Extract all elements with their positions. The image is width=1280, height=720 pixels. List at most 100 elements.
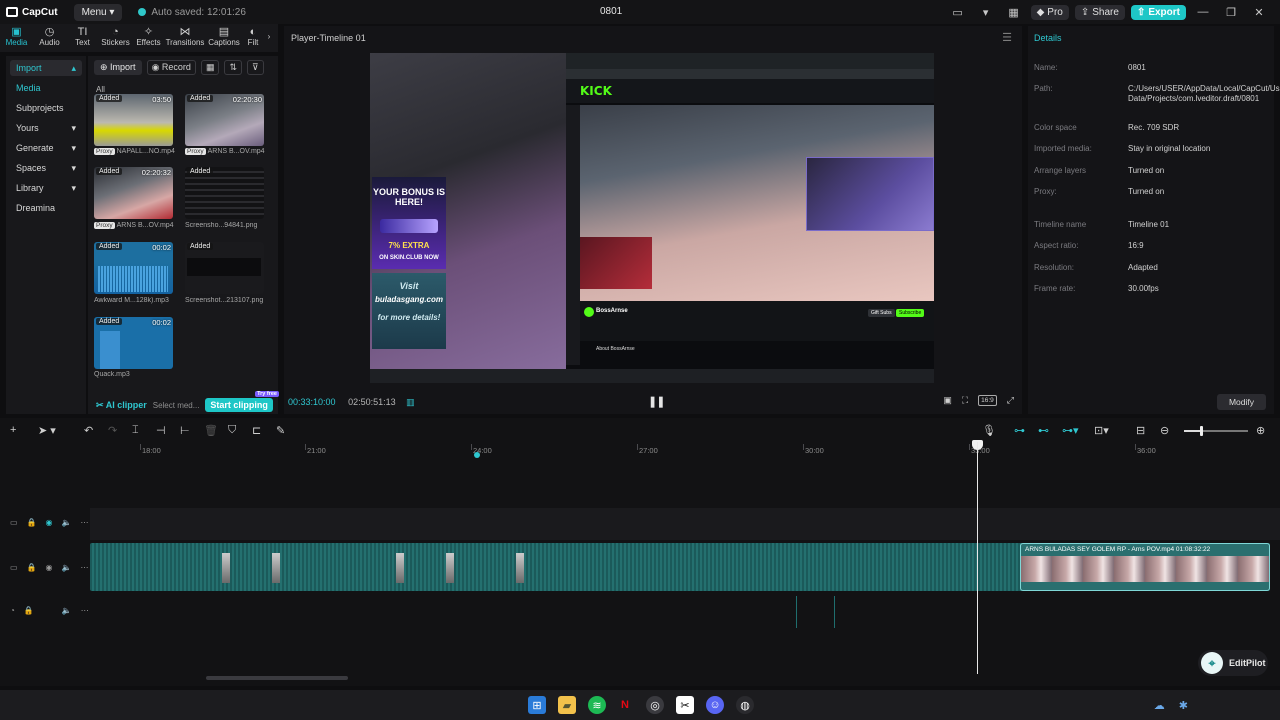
split-left-icon[interactable]: ⊣ [156,424,166,437]
media-thumbnail[interactable]: Added 00:02 [94,317,173,369]
modify-button[interactable]: Modify [1216,394,1266,410]
volume-icon[interactable]: 🔈 [62,606,72,615]
minimize-icon[interactable]: — [1192,6,1214,18]
aspect-ratio-button[interactable]: 16:9 [978,395,997,406]
tab-effects[interactable]: ✧ Effects [132,24,165,52]
tab-text[interactable]: TI Text [66,24,99,52]
sidebar-item-subprojects[interactable]: Subprojects [10,100,82,116]
sidebar-item-spaces[interactable]: Spaces ▾ [10,160,82,176]
media-thumbnail[interactable]: Added [185,242,264,294]
cover-icon[interactable]: ▭ [10,563,18,572]
discord-icon[interactable]: ☺ [706,696,724,714]
chrome-icon[interactable]: ◎ [646,696,664,714]
snap-icon[interactable]: ⊶▾ [1062,424,1079,437]
eye-icon[interactable]: ◉ [46,563,53,572]
sidebar-item-import[interactable]: Import ▴ [10,60,82,76]
audio-clip[interactable] [834,596,835,628]
split-icon[interactable]: ⌶ [132,424,139,437]
time-ruler[interactable]: 18:00 21:00 24:00 27:00 30:00 33:00 36:0… [90,442,1280,458]
menu-button[interactable]: Menu ▾ [73,3,123,21]
tabs-scroll-right-icon[interactable]: › [263,24,275,52]
tab-audio[interactable]: ◷ Audio [33,24,66,52]
bluetooth-icon[interactable]: ✱ [1179,699,1188,712]
media-thumbnail[interactable]: Added [185,167,264,219]
tab-captions[interactable]: ▤ Captions [205,24,243,52]
tab-media[interactable]: ▣ Media [0,24,33,52]
grid-view-icon[interactable]: ▦ [200,60,220,75]
start-clipping-button[interactable]: Start clipping Try free [205,391,279,412]
maximize-icon[interactable]: ❐ [1220,6,1242,19]
filter-icon[interactable]: ⊽ [247,60,264,75]
fit-screen-icon[interactable]: ⛶ [962,395,968,406]
overlay-track[interactable] [90,508,1280,540]
onedrive-icon[interactable]: ☁ [1154,699,1165,712]
audio-track-icon[interactable]: ◔ [10,606,15,615]
record-button[interactable]: ◉ Record [146,60,196,75]
sidebar-item-yours[interactable]: Yours ▾ [10,120,82,136]
volume-icon[interactable]: 🔈 [62,518,72,527]
cover-icon[interactable]: ▭ [10,518,18,527]
timeline-scrollbar[interactable] [206,676,348,680]
timeline-marker[interactable] [474,452,480,458]
fullscreen-icon[interactable]: ⤢ [1007,395,1014,406]
lock-icon[interactable]: 🔒 [27,563,37,572]
eye-icon[interactable]: ◉ [46,518,53,527]
windows-start-icon[interactable]: ⊞ [528,696,546,714]
netflix-icon[interactable]: N [616,696,634,714]
pro-button[interactable]: ◆ Pro [1030,4,1069,20]
zoom-slider[interactable] [1184,426,1248,436]
fit-timeline-icon[interactable]: ⊟ [1136,424,1145,437]
selected-video-clip[interactable]: ARNS BULADAS SEY GOLEM RP - Arns POV.mp4… [1020,543,1270,591]
shield-icon[interactable]: ⛉ [228,424,236,437]
more-icon[interactable]: ⋯ [80,563,88,572]
split-right-icon[interactable]: ⊢ [180,424,190,437]
media-thumbnail[interactable]: Added 00:02 [94,242,173,294]
obs-icon[interactable]: ◍ [736,696,754,714]
layout-icon[interactable]: ▭ [947,6,969,19]
media-thumbnail[interactable]: Added 02:20:30 [185,94,264,146]
file-explorer-icon[interactable]: ▰ [558,696,576,714]
import-button[interactable]: ⊕ Import [94,60,142,75]
tab-filters[interactable]: ◐ Filt [243,24,263,52]
more-icon[interactable]: ⋯ [81,606,89,615]
media-thumbnail[interactable]: Added 03:50 [94,94,173,146]
redo-icon[interactable]: ↷ [108,424,117,437]
chevron-down-icon[interactable]: ▾ [975,6,997,19]
player-menu-icon[interactable]: ☰ [1002,31,1012,44]
pause-button[interactable]: ❚❚ [648,395,665,408]
share-button[interactable]: ⇪ Share [1074,4,1125,20]
shortcuts-icon[interactable]: ▦ [1003,6,1025,19]
audio-clip[interactable] [796,596,797,628]
add-track-icon[interactable]: + [10,424,16,436]
zoom-in-icon[interactable]: ⊕ [1256,424,1265,437]
tab-stickers[interactable]: ◔ Stickers [99,24,132,52]
undo-icon[interactable]: ↶ [84,424,93,437]
tab-transitions[interactable]: ⋈ Transitions [165,24,205,52]
sort-icon[interactable]: ⇅ [224,60,242,75]
capcut-taskbar-icon[interactable]: ✂ [676,696,694,714]
lock-icon[interactable]: 🔒 [27,518,37,527]
close-icon[interactable]: ✕ [1248,6,1270,19]
quality-icon[interactable]: ▣ [943,395,952,406]
sidebar-item-media[interactable]: Media [10,80,82,96]
microphone-icon[interactable]: 🎙 [982,424,996,437]
sidebar-item-dreamina[interactable]: Dreamina [10,200,82,216]
sidebar-item-generate[interactable]: Generate ▾ [10,140,82,156]
spotify-icon[interactable]: ≋ [588,696,606,714]
preview-axis-icon[interactable]: ⊡▾ [1094,424,1109,437]
playhead[interactable] [977,442,978,674]
sidebar-item-library[interactable]: Library ▾ [10,180,82,196]
delete-icon[interactable]: 🗑 [204,424,218,437]
editpilot-button[interactable]: ⌖ EditPilot [1198,650,1268,676]
pen-icon[interactable]: ✎ [276,424,285,437]
zoom-slider-handle[interactable] [1200,426,1203,436]
select-tool-icon[interactable]: ➤ ▾ [38,424,56,437]
lock-icon[interactable]: 🔒 [24,606,34,615]
ai-clipper-button[interactable]: ✂ AI clipper [96,400,147,411]
media-thumbnail[interactable]: Added 02:20:32 [94,167,173,219]
volume-icon[interactable]: 🔈 [62,563,72,572]
video-preview[interactable]: YOUR BONUS IS HERE! 7% EXTRA ON SKIN.CLU… [370,53,934,383]
crop-icon[interactable]: ⊏ [252,424,261,437]
link-clips-icon[interactable]: ⊶ [1014,424,1025,437]
more-icon[interactable]: ⋯ [80,518,88,527]
